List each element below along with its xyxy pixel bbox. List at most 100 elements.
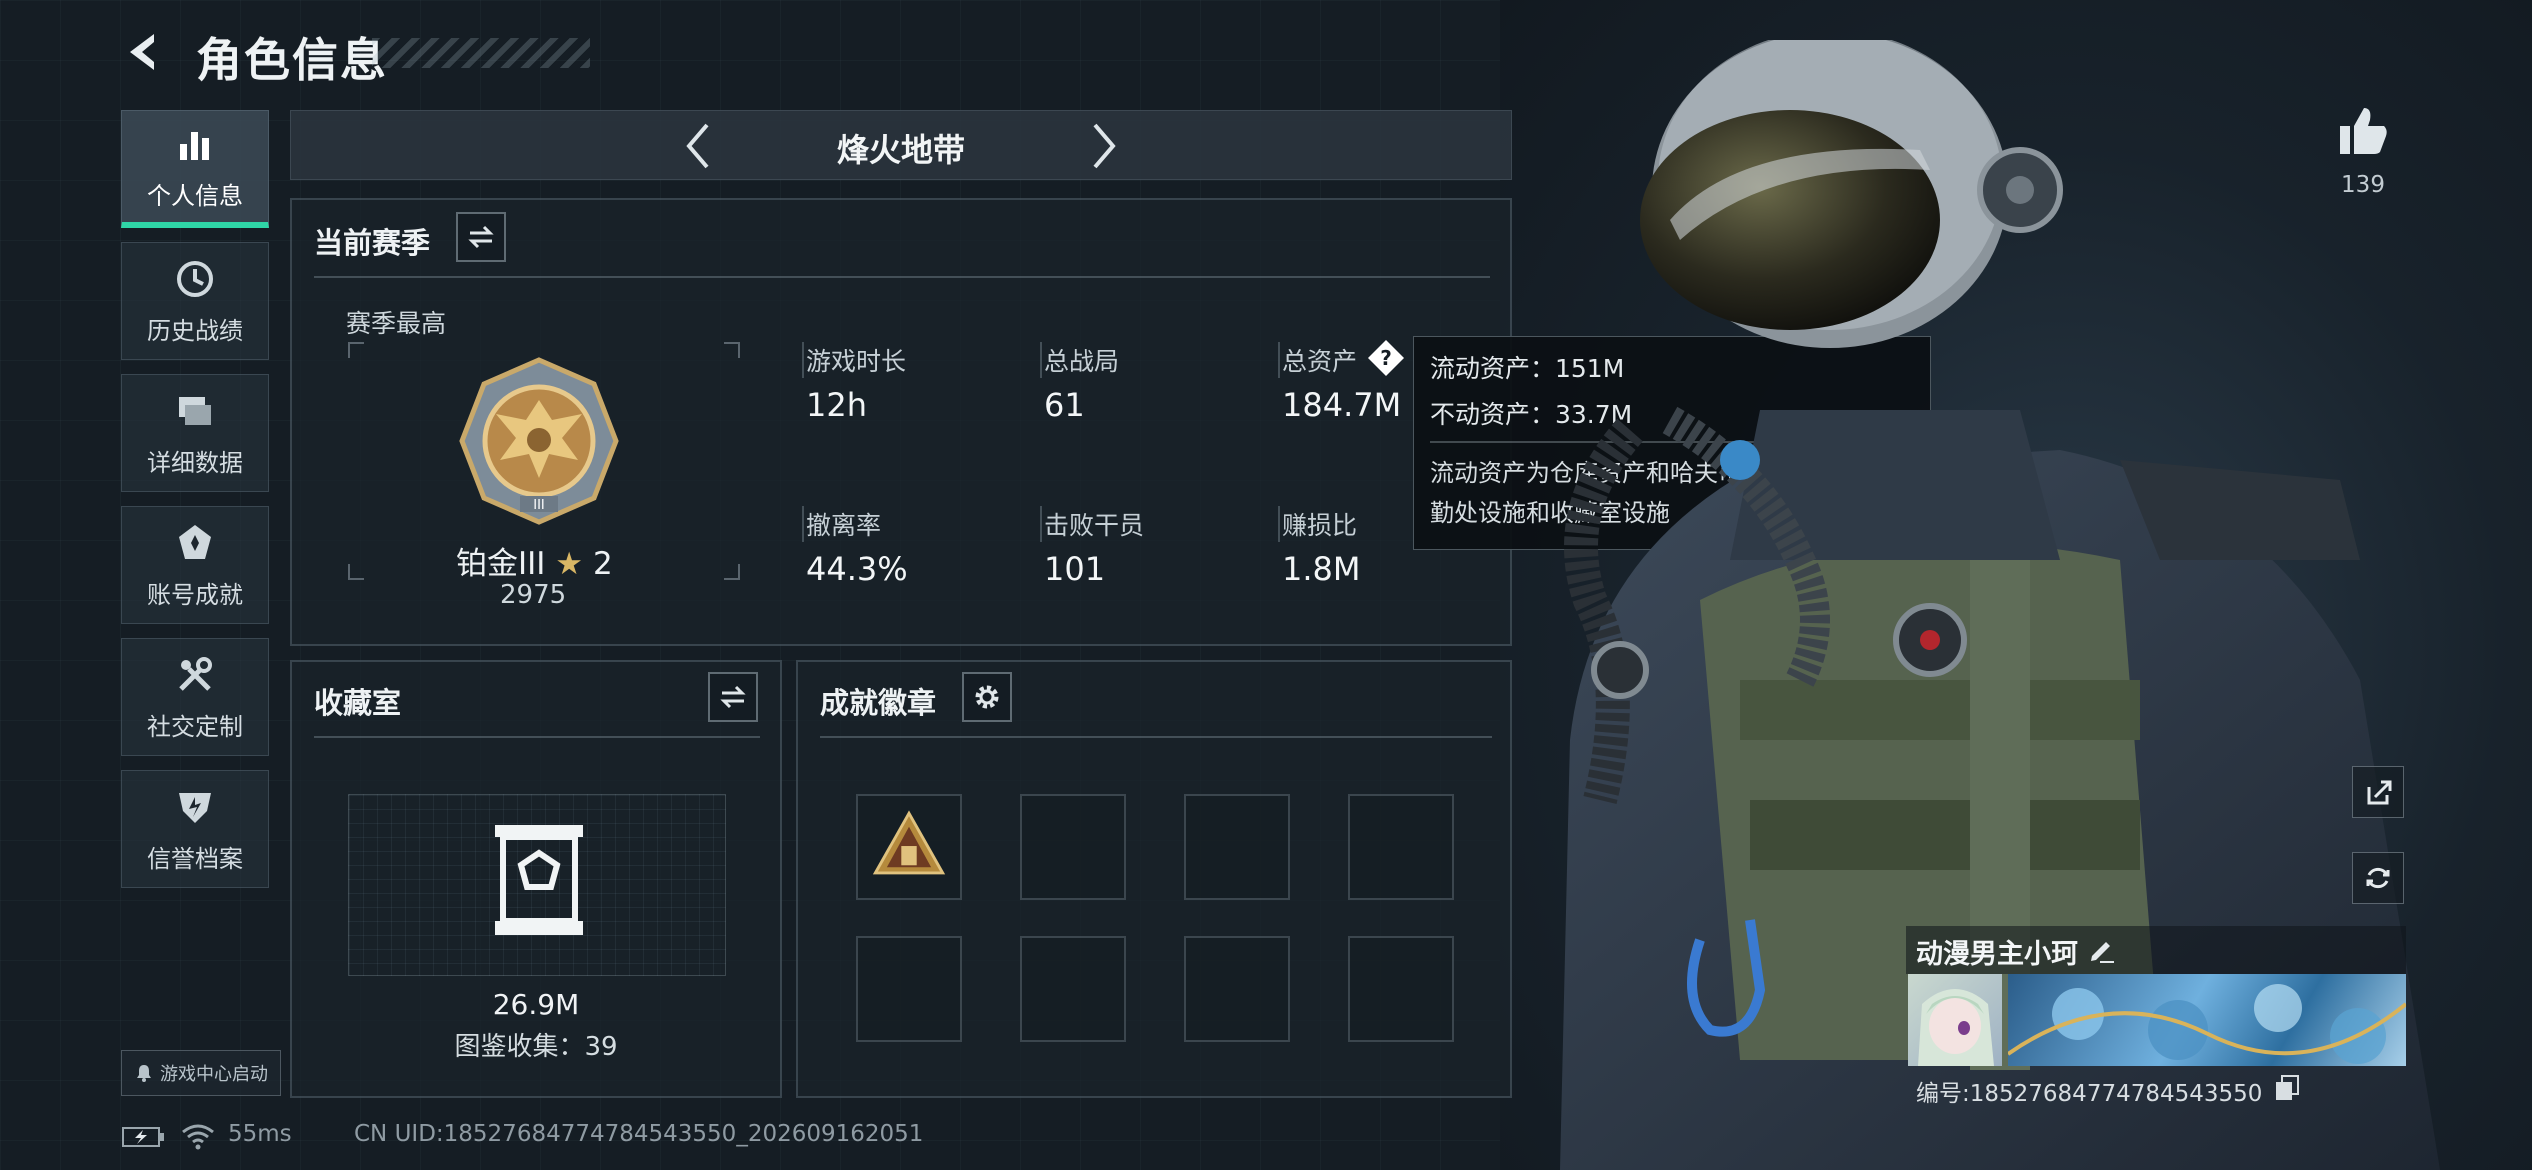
stat-separator (1040, 506, 1042, 542)
stat-total-assets-label: 总资产 (1282, 347, 1358, 376)
rank-name: 铂金III (456, 546, 546, 582)
rank-stars: 2 (592, 546, 613, 582)
stat-extract-rate-value: 44.3% (806, 550, 908, 588)
badges-title: 成就徽章 (820, 686, 937, 720)
wifi-icon (180, 1122, 216, 1154)
platinum-rank-medal-icon: III (454, 356, 624, 530)
credit-shield-icon (179, 792, 211, 823)
stat-separator (1278, 342, 1280, 378)
game-center-launch-button[interactable]: 游戏中心启动 (121, 1050, 281, 1096)
sidebar-item-label: 账号成就 (147, 580, 243, 609)
divider (314, 736, 760, 738)
title-decoration (372, 38, 590, 68)
sidebar-item-credit[interactable]: 信誉档案 (121, 770, 269, 888)
edit-pencil-icon[interactable] (2086, 934, 2116, 968)
frame-corner (724, 342, 740, 358)
bell-icon (137, 1065, 151, 1082)
mode-selector: 烽火地带 (290, 110, 1512, 180)
avatar[interactable] (1908, 974, 2002, 1066)
sidebar-item-label: 个人信息 (147, 182, 243, 210)
badge-slot[interactable] (1348, 794, 1454, 900)
sidebar-item-achievements[interactable]: 账号成就 (121, 506, 269, 624)
display-case-icon (489, 821, 589, 945)
uid-text: CN UID:18527684774784543550_202609162051 (354, 1121, 924, 1147)
achievement-emblem-icon (179, 524, 211, 559)
next-mode-arrow-icon[interactable] (1083, 121, 1123, 175)
badge-slot[interactable] (1020, 936, 1126, 1042)
player-id: 编号:18527684774784543550 (1916, 1081, 2263, 1107)
badge-slot[interactable] (1184, 794, 1290, 900)
like-count: 139 (2341, 172, 2385, 198)
triangle-badge-icon (872, 810, 946, 875)
badge-slot[interactable] (1348, 936, 1454, 1042)
season-best-label: 赛季最高 (346, 309, 447, 338)
battery-icon (121, 1124, 165, 1154)
svg-text:III: III (533, 498, 545, 513)
divider (314, 276, 1490, 278)
mode-title: 烽火地带 (836, 131, 965, 169)
stat-profit-ratio-value: 1.8M (1282, 550, 1361, 588)
rank-name-row: 铂金III ★ 2 (456, 538, 613, 583)
name-card-banner[interactable] (2008, 974, 2406, 1066)
stat-profit-ratio-label: 赚损比 (1282, 511, 1358, 540)
collection-switch-button[interactable] (708, 672, 758, 722)
gear-icon (975, 685, 999, 709)
page-title: 角色信息 (196, 33, 388, 87)
sidebar-item-label: 历史战绩 (147, 316, 243, 345)
stat-kills-label: 击败干员 (1044, 511, 1145, 540)
sidebar-item-label: 详细数据 (147, 448, 243, 477)
badges-panel: 成就徽章 (796, 660, 1512, 1098)
sidebar-item-history[interactable]: 历史战绩 (121, 242, 269, 360)
stat-total-matches-value: 61 (1044, 386, 1085, 424)
badge-slot[interactable] (1020, 794, 1126, 900)
history-clock-icon (177, 260, 213, 297)
svg-text:?: ? (1380, 346, 1392, 370)
badge-slot[interactable] (1184, 936, 1290, 1042)
badge-slot[interactable] (856, 794, 962, 900)
collection-showcase[interactable] (348, 794, 726, 976)
stat-separator (802, 342, 804, 378)
stat-total-matches-label: 总战局 (1044, 347, 1120, 376)
copy-icon[interactable] (2274, 1074, 2300, 1106)
badge-slot[interactable] (856, 936, 962, 1042)
sidebar-item-label: 社交定制 (147, 712, 243, 741)
season-title: 当前赛季 (314, 226, 431, 260)
stat-play-time-label: 游戏时长 (806, 347, 907, 376)
launch-label: 游戏中心启动 (160, 1064, 268, 1085)
divider (820, 736, 1492, 738)
collection-count: 图鉴收集：39 (454, 1032, 618, 1062)
stat-separator (1278, 506, 1280, 542)
sidebar-item-label: 信誉档案 (147, 844, 243, 873)
collection-panel: 收藏室 26.9M 图鉴收集：39 (290, 660, 782, 1098)
stat-extract-rate-label: 撤离率 (806, 511, 882, 540)
frame-corner (348, 564, 364, 580)
frame-corner (724, 564, 740, 580)
sidebar-item-personal-info[interactable]: 个人信息 (121, 110, 269, 228)
stat-kills-value: 101 (1044, 550, 1106, 588)
stat-separator (802, 506, 804, 542)
share-icon (2367, 780, 2392, 805)
ping-text: 55ms (228, 1121, 292, 1147)
back-arrow-icon[interactable] (120, 28, 168, 76)
player-name: 动漫男主小珂 (1916, 939, 2078, 970)
swap-arrows-icon (468, 225, 494, 249)
sidebar-item-social[interactable]: 社交定制 (121, 638, 269, 756)
star-icon: ★ (555, 546, 584, 582)
rank-score: 2975 (500, 580, 567, 610)
stacked-cards-icon (179, 396, 211, 425)
bar-chart-icon (180, 132, 209, 160)
help-icon[interactable]: ? (1366, 338, 1406, 382)
like-thumb-icon[interactable] (2336, 104, 2390, 162)
share-button[interactable] (2352, 766, 2404, 818)
stat-play-time-value: 12h (806, 386, 867, 424)
refresh-button[interactable] (2352, 852, 2404, 904)
tools-icon (179, 656, 212, 691)
sidebar-item-details[interactable]: 详细数据 (121, 374, 269, 492)
season-switch-button[interactable] (456, 212, 506, 262)
stat-total-assets-value: 184.7M (1282, 386, 1402, 424)
refresh-icon (2366, 867, 2390, 889)
frame-corner (348, 342, 364, 358)
swap-arrows-icon (720, 685, 746, 709)
stat-separator (1040, 342, 1042, 378)
badges-settings-button[interactable] (962, 672, 1012, 722)
